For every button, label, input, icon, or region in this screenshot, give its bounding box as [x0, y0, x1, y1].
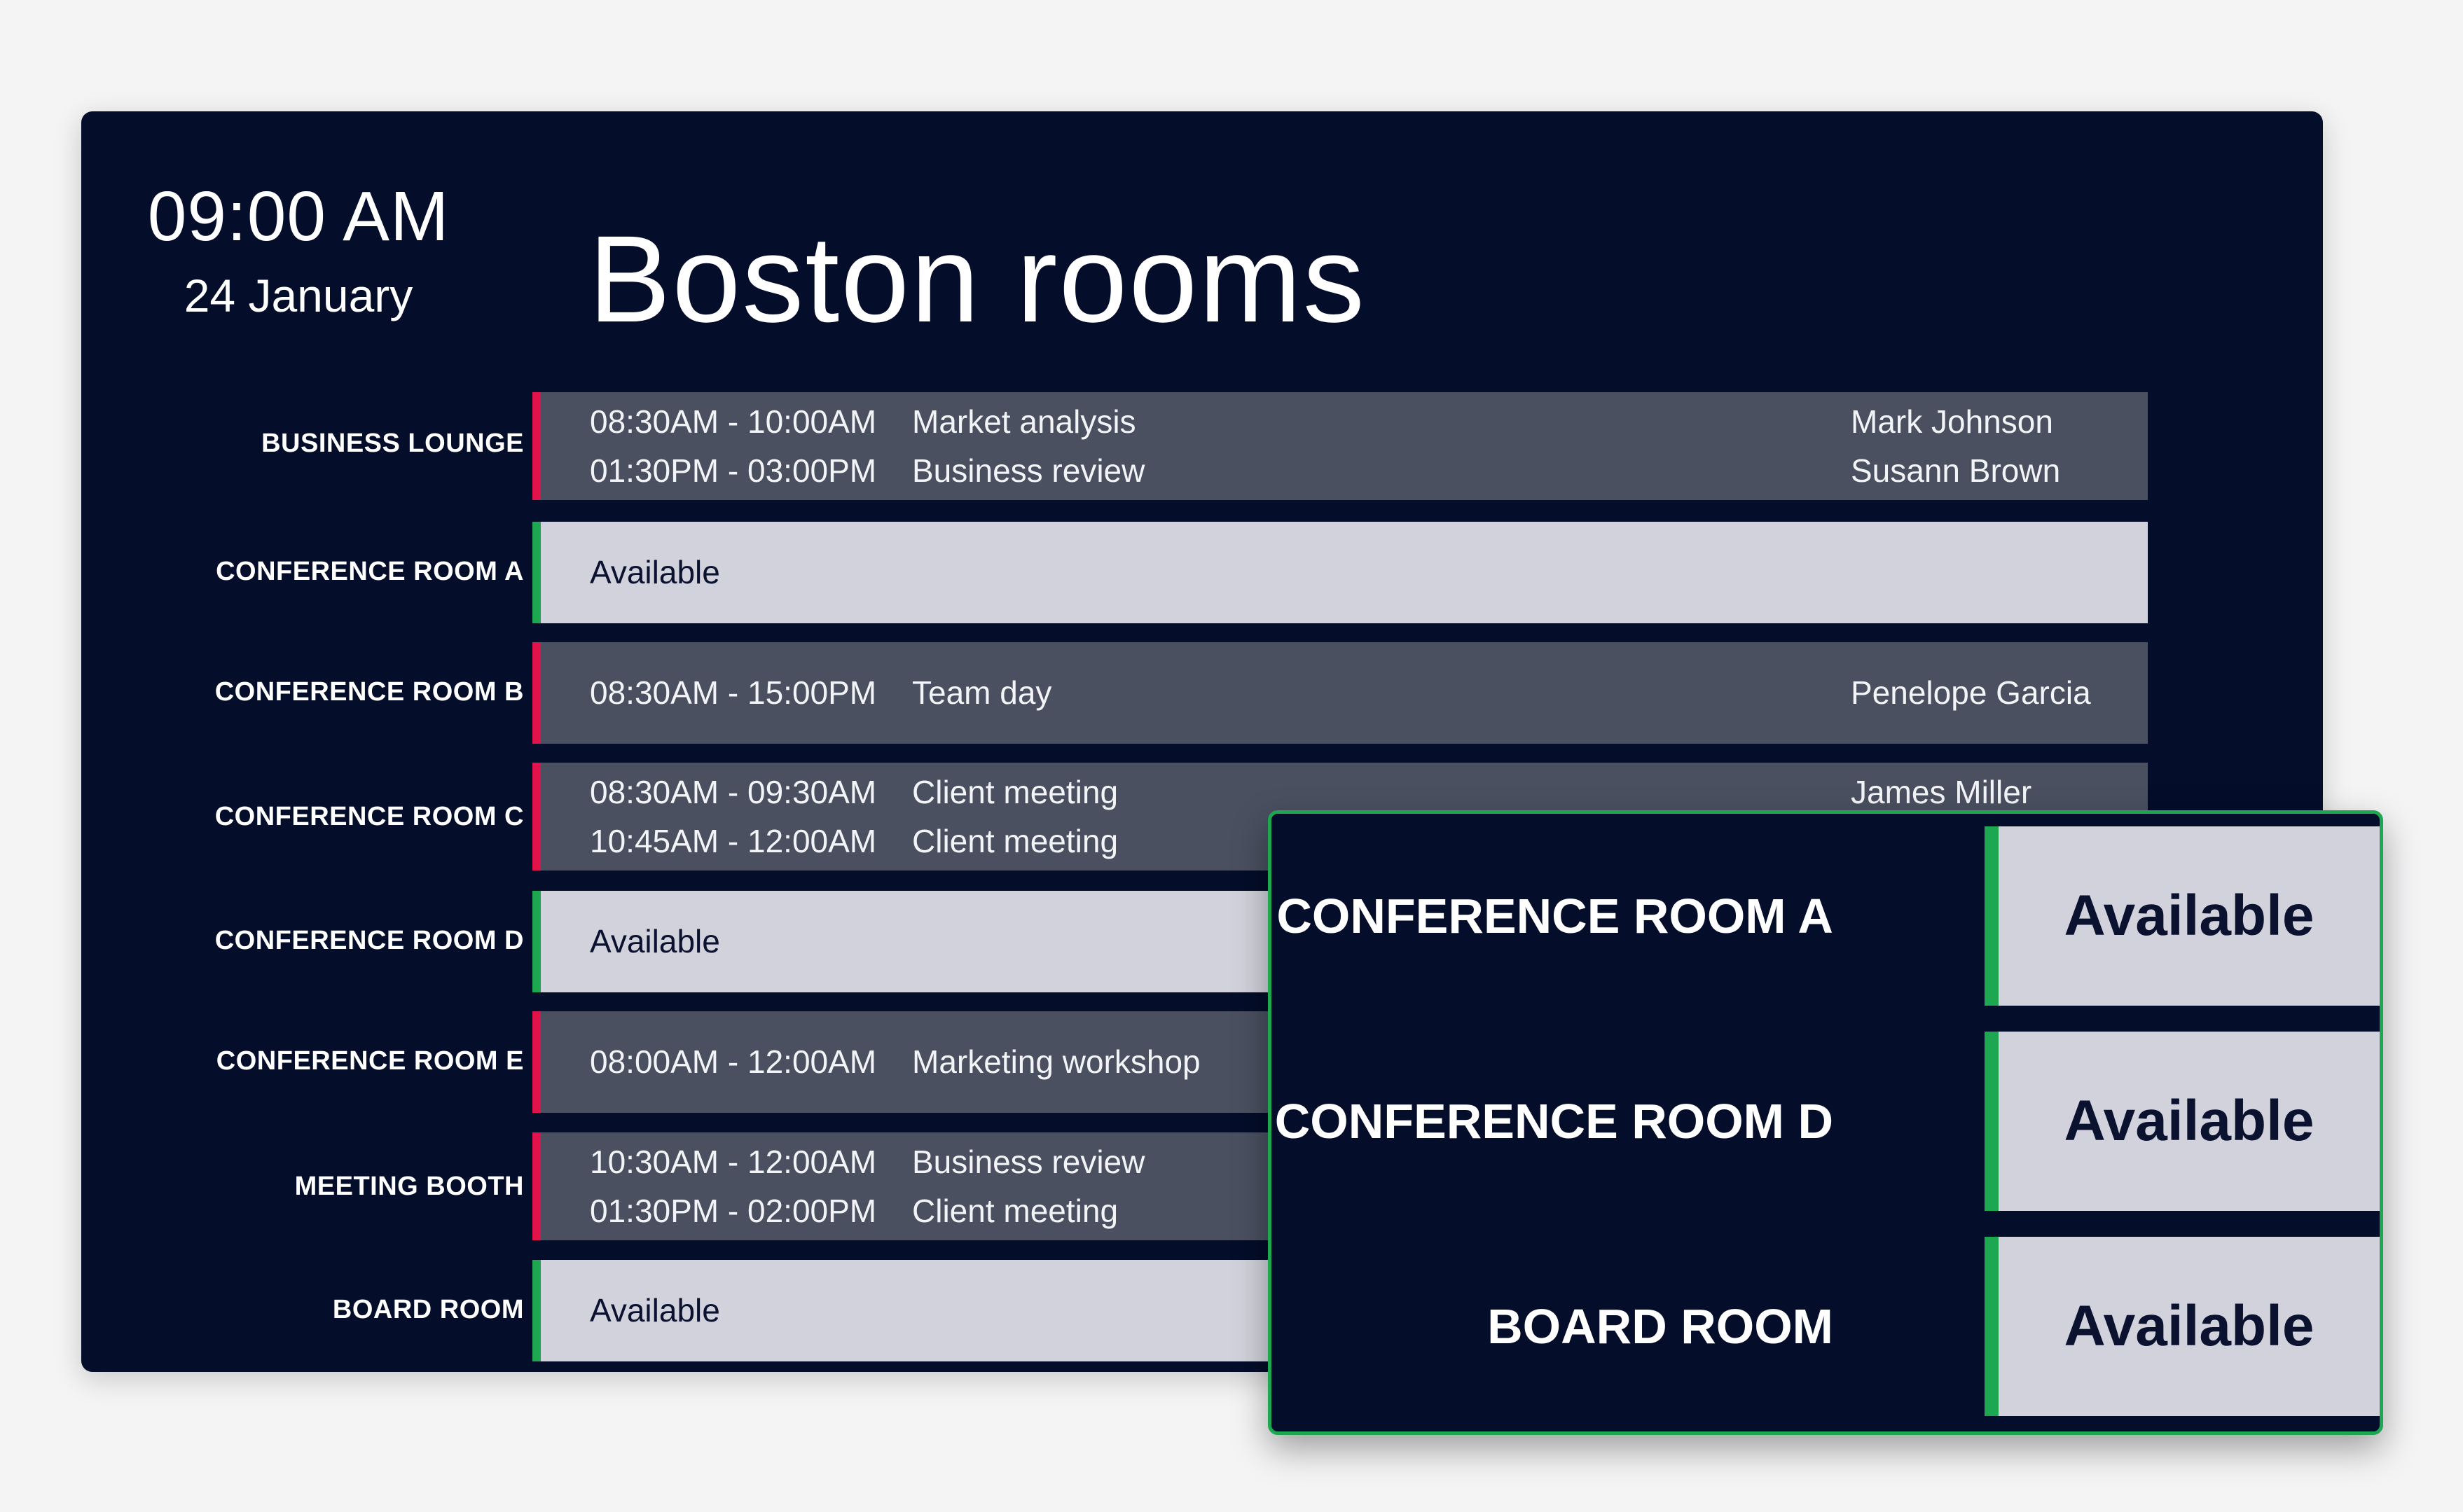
clock: 09:00 AM 24 January [81, 174, 516, 327]
room-name: CONFERENCE ROOM D [1274, 1094, 1833, 1149]
availability-badge: Available [1985, 1237, 2380, 1416]
booking-time: 08:00AM - 12:00AM [590, 1043, 877, 1080]
booking-time: 08:30AM - 09:30AM [590, 774, 877, 810]
booking-title: Team day [912, 674, 1052, 711]
booking-title: Client meeting [912, 1193, 1119, 1229]
booking-time: 08:30AM - 10:00AM [590, 403, 877, 440]
room-row-conference-a: CONFERENCE ROOM A Available [81, 522, 2323, 623]
booking: 01:30PM - 03:00PM Business review Susann … [590, 446, 2148, 495]
clock-time: 09:00 AM [147, 177, 450, 256]
booking: 08:30AM - 09:30AM Client meeting James Mi… [590, 768, 2148, 817]
available-room-row[interactable]: CONFERENCE ROOM A Available [1271, 826, 2380, 1006]
room-row-business-lounge: BUSINESS LOUNGE 08:30AM - 10:00AM Market … [81, 392, 2323, 500]
availability-text: Available [590, 554, 720, 590]
available-room-row[interactable]: BOARD ROOM Available [1271, 1237, 2380, 1416]
booking-time: 01:30PM - 02:00PM [590, 1193, 877, 1229]
booking-title: Business review [912, 452, 1145, 489]
room-name: CONFERENCE ROOM C [214, 802, 524, 831]
booking-title: Market analysis [912, 403, 1136, 440]
booking-time: 10:45AM - 12:00AM [590, 823, 877, 859]
room-name: CONFERENCE ROOM A [1276, 889, 1833, 943]
booking-time: 08:30AM - 15:00PM [590, 674, 877, 711]
room-name: CONFERENCE ROOM A [216, 557, 524, 586]
booking-title: Marketing workshop [912, 1043, 1201, 1080]
booking-time: 01:30PM - 03:00PM [590, 452, 877, 489]
room-name: BOARD ROOM [332, 1295, 524, 1324]
page-title: Boston rooms [588, 211, 1366, 348]
room-name: CONFERENCE ROOM E [216, 1046, 524, 1076]
booking: 08:30AM - 10:00AM Market analysis Mark Jo… [590, 397, 2148, 446]
schedule-slot[interactable]: 08:30AM - 10:00AM Market analysis Mark Jo… [532, 392, 2148, 500]
booking-organizer: Mark Johnson [1851, 403, 2053, 440]
booking-organizer: Susann Brown [1851, 452, 2061, 489]
schedule-slot[interactable]: Available [532, 522, 2148, 623]
booking-organizer: Penelope Garcia [1851, 674, 2091, 711]
schedule-slot[interactable]: 08:30AM - 15:00PM Team day Penelope Garci… [532, 642, 2148, 744]
booking-title: Business review [912, 1144, 1145, 1180]
room-name: CONFERENCE ROOM B [214, 677, 524, 707]
available-rooms-card: CONFERENCE ROOM A Available CONFERENCE R… [1268, 810, 2383, 1435]
booking-title: Client meeting [912, 823, 1119, 859]
availability-badge: Available [1985, 1032, 2380, 1211]
room-row-conference-b: CONFERENCE ROOM B 08:30AM - 15:00PM Team … [81, 642, 2323, 744]
booking-organizer: James Miller [1851, 774, 2032, 810]
booking-title: Client meeting [912, 774, 1119, 810]
room-name: BUSINESS LOUNGE [261, 429, 524, 458]
room-name: CONFERENCE ROOM D [214, 926, 524, 955]
available-room-row[interactable]: CONFERENCE ROOM D Available [1271, 1032, 2380, 1211]
room-name: BOARD ROOM [1487, 1299, 1833, 1354]
clock-date: 24 January [184, 270, 413, 321]
availability-badge: Available [1985, 826, 2380, 1006]
booking: 08:30AM - 15:00PM Team day Penelope Garci… [590, 668, 2148, 717]
room-name: MEETING BOOTH [294, 1172, 524, 1201]
booking-time: 10:30AM - 12:00AM [590, 1144, 877, 1180]
